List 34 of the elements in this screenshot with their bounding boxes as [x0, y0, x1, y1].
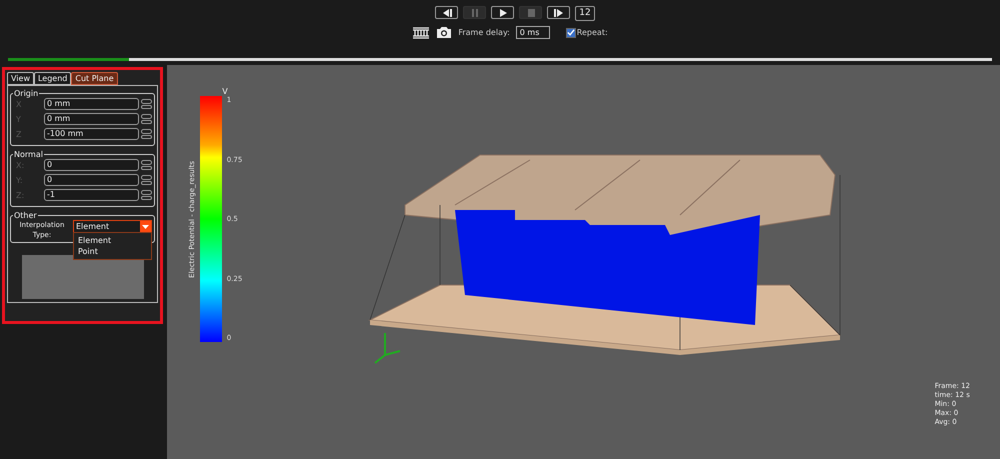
number-field[interactable]: 0 — [44, 174, 139, 186]
spinner-icon[interactable] — [141, 160, 152, 170]
camera-icon[interactable] — [436, 26, 452, 39]
number-field[interactable]: 0 mm — [44, 98, 139, 110]
tab[interactable]: View — [7, 72, 34, 85]
frame-delay-field[interactable]: 0 ms — [516, 26, 550, 39]
film-strip-icon[interactable] — [412, 26, 430, 38]
step-back-button[interactable] — [435, 6, 458, 19]
number-field[interactable]: -1 — [44, 189, 139, 201]
legend-unit: V — [222, 87, 228, 96]
spinner-icon[interactable] — [141, 99, 152, 109]
frame-number-field[interactable]: 12 — [575, 6, 595, 21]
dropdown-option[interactable]: Point — [74, 246, 151, 257]
interpolation-type-dropdown[interactable]: Element — [73, 220, 152, 233]
frame-delay-label: Frame delay: — [458, 28, 510, 37]
group-title: Normal — [13, 150, 44, 159]
tab[interactable]: Cut Plane — [71, 72, 118, 85]
spinner-icon[interactable] — [141, 114, 152, 124]
dropdown-option[interactable]: Element — [74, 235, 151, 246]
number-field[interactable]: 0 — [44, 159, 139, 171]
caret-icon — [142, 224, 149, 228]
group-title: Other — [13, 211, 38, 220]
group-title: Origin — [13, 89, 40, 98]
spinner-icon[interactable] — [141, 129, 152, 139]
number-field[interactable]: 0 mm — [44, 113, 139, 125]
tab[interactable]: Legend — [34, 72, 72, 85]
repeat-label: Repeat: — [576, 28, 608, 37]
timeline-slider[interactable] — [8, 58, 992, 61]
spinner-icon[interactable] — [141, 175, 152, 185]
repeat-checkbox[interactable] — [566, 28, 576, 38]
spinner-icon[interactable] — [141, 190, 152, 200]
number-field[interactable]: -100 mm — [44, 128, 139, 140]
play-button[interactable] — [491, 6, 514, 19]
step-forward-button[interactable] — [547, 6, 570, 19]
